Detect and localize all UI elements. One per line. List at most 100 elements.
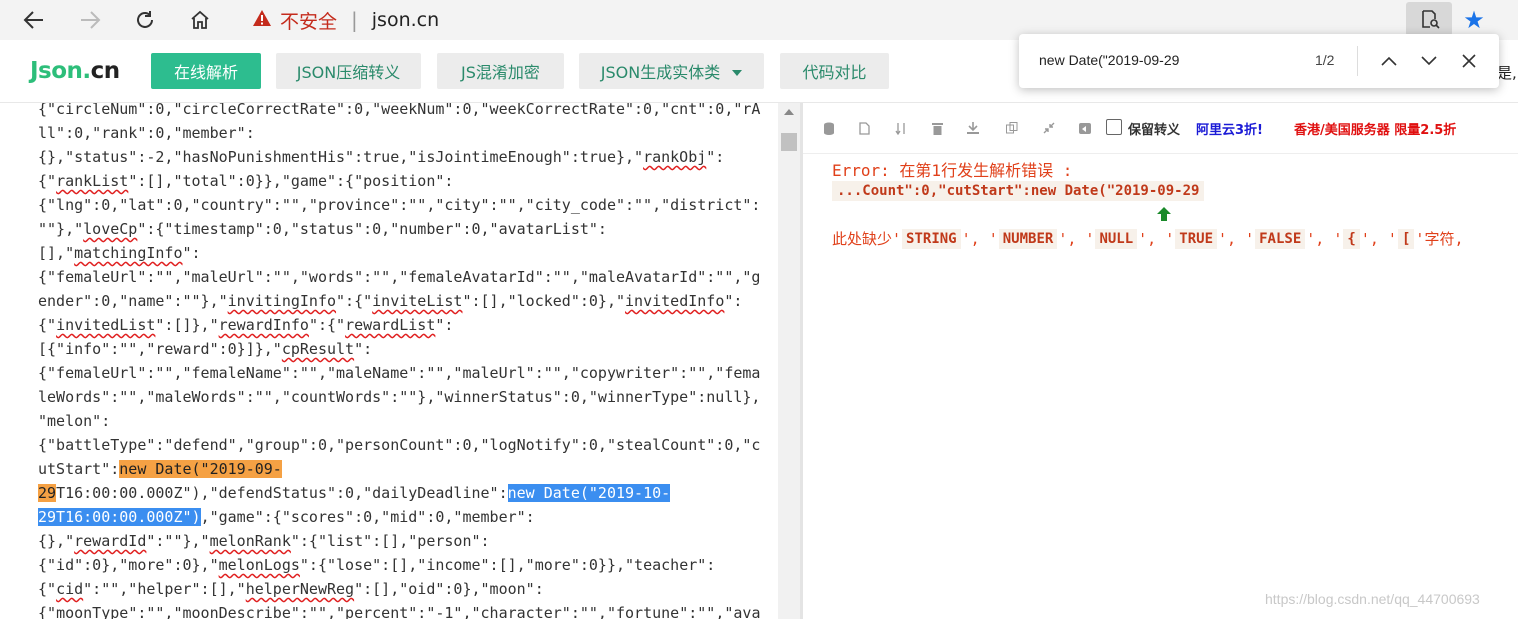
code-line[interactable]: {"circleNum":0,"circleCorrectRate":0,"we… (38, 103, 768, 121)
chevron-down-icon (732, 69, 743, 76)
nav-label: 代码对比 (802, 63, 867, 82)
code-text: ":{"lose":[],"income":[],"more":0}},"tea… (299, 556, 716, 574)
code-text: leWords":"","maleWords":"","countWords":… (38, 388, 761, 406)
expected-token: STRING (902, 228, 961, 249)
spellcheck-word: rewardInfo (218, 316, 309, 334)
code-line[interactable]: "melon": (38, 409, 768, 433)
code-line[interactable]: {"moonType":"","moonDescribe":"","percen… (38, 601, 768, 619)
code-line[interactable]: {"invitedList":[]},"rewardInfo":{"reward… (38, 313, 768, 337)
parse-error-title: Error: 在第1行发生解析错误 : (832, 161, 1073, 180)
find-match-count: 1/2 (1315, 52, 1335, 68)
scroll-up-icon[interactable] (784, 109, 794, 115)
code-text: {"femaleUrl":"","maleUrl":"","words":"",… (38, 268, 761, 286)
code-text: ll":0,"rank":0,"member": (38, 124, 255, 142)
code-text: {" (38, 604, 57, 619)
code-line[interactable]: {"femaleUrl":"","femaleName":"","maleNam… (38, 361, 768, 385)
header-overflow-text: 是, (1497, 64, 1517, 82)
error-position-arrow-icon (1155, 206, 1173, 226)
security-warning[interactable]: 不安全 (252, 7, 337, 34)
server-ad-link[interactable]: 香港/美国服务器 限量2.5折 (1294, 119, 1456, 138)
code-line[interactable]: ender":0,"name":""},"invitingInfo":{"inv… (38, 289, 768, 313)
nav-json-entity[interactable]: JSON生成实体类 (579, 53, 764, 89)
url-text[interactable]: json.cn (372, 9, 439, 31)
expected-token: TRUE (1175, 228, 1217, 249)
code-line[interactable]: utStart":new Date("2019-09- (38, 457, 768, 481)
token-separator: ' (1415, 229, 1425, 248)
code-text: ":""}," (146, 532, 210, 550)
code-line[interactable]: {},"rewardId":""},"melonRank":{"list":[]… (38, 529, 768, 553)
editor-scrollbar[interactable] (778, 103, 800, 619)
find-divider (1357, 46, 1358, 76)
token-separator: ', ' (1360, 229, 1397, 248)
code-text: ,"game":{"scores":0,"mid":0,"member": (200, 508, 535, 526)
code-line[interactable]: ""},"loveCp":{"timestamp":0,"status":0,"… (38, 217, 768, 241)
nav-json-compress[interactable]: JSON压缩转义 (276, 53, 421, 89)
code-line[interactable]: [],"matchingInfo": (38, 241, 768, 265)
code-line[interactable]: {"lng":0,"lat":0,"country":"","province"… (38, 193, 768, 217)
forward-arrow-icon[interactable] (74, 4, 106, 36)
database-icon[interactable] (822, 121, 836, 135)
code-text: {" (38, 172, 57, 190)
delete-icon[interactable] (930, 121, 944, 135)
code-line[interactable]: leWords":"","maleWords":"","countWords":… (38, 385, 768, 409)
json-input-editor[interactable]: {"circleNum":0,"circleCorrectRate":0,"we… (0, 103, 778, 619)
json-code[interactable]: {"circleNum":0,"circleCorrectRate":0,"we… (38, 103, 768, 619)
spellcheck-word: invitingInfo (227, 292, 337, 310)
code-text: ": (724, 292, 743, 310)
code-line[interactable]: {"femaleUrl":"","maleUrl":"","words":"",… (38, 265, 768, 289)
result-toolbar: 保留转义 阿里云3折! 香港/美国服务器 限量2.5折 (803, 103, 1518, 154)
keep-escape-checkbox[interactable] (1106, 119, 1122, 135)
find-match: 29T16:00:00.000Z") (38, 508, 201, 526)
code-text: {" (38, 580, 57, 598)
share-icon[interactable] (1078, 121, 1092, 135)
nav-code-compare[interactable]: 代码对比 (780, 53, 889, 89)
code-text: {"id":0},"more":0}," (38, 556, 219, 574)
code-line[interactable]: {},"status":-2,"hasNoPunishmentHis":true… (38, 145, 768, 169)
find-previous-icon[interactable] (1375, 47, 1403, 75)
compress-icon[interactable] (1042, 121, 1056, 135)
scroll-thumb[interactable] (781, 133, 797, 151)
code-line[interactable]: {"cid":"","helper":[],"helperNewReg":[],… (38, 577, 768, 601)
copy-icon[interactable] (1005, 121, 1019, 135)
sort-icon[interactable] (894, 121, 908, 135)
find-input[interactable]: new Date("2019-09-29 (1039, 52, 1179, 68)
refresh-icon[interactable] (129, 4, 161, 36)
code-line[interactable]: 29T16:00:00.000Z"),"defendStatus":0,"dai… (38, 481, 768, 505)
spellcheck-word: invitedInfo (625, 292, 725, 310)
code-line[interactable]: {"id":0},"more":0},"melonLogs":{"lose":[… (38, 553, 768, 577)
code-line[interactable]: [{"info":"","reward":0}]},"cpResult": (38, 337, 768, 361)
token-separator: ', ' (961, 229, 998, 248)
nav-js-obfuscate[interactable]: JS混淆加密 (437, 53, 564, 89)
code-text: ":[],"locked":0}," (462, 292, 626, 310)
panel-divider[interactable] (800, 103, 803, 619)
back-arrow-icon[interactable] (18, 4, 50, 36)
spellcheck-word: matchingInfo (74, 244, 183, 262)
format-file-icon[interactable] (857, 121, 871, 135)
star-icon[interactable]: ★ (1458, 4, 1490, 36)
code-text: T16:00:00.000Z"),"defendStatus":0,"daily… (56, 484, 508, 502)
spellcheck-word: melonLogs (218, 556, 300, 574)
site-logo[interactable]: Json.cn (30, 58, 120, 84)
spellcheck-word: helperNewReg (245, 580, 355, 598)
home-icon[interactable] (184, 4, 216, 36)
spellcheck-word: cpResult (281, 340, 355, 358)
code-line[interactable]: {"battleType":"defend","group":0,"person… (38, 433, 768, 457)
code-line[interactable]: {"rankList":[],"total":0}},"game":{"posi… (38, 169, 768, 193)
logo-text: Json. (30, 58, 91, 84)
keep-escape-label[interactable]: 保留转义 (1128, 119, 1180, 138)
find-match-current: 29 (38, 484, 57, 502)
spellcheck-word: rewardId (74, 532, 147, 550)
close-icon[interactable] (1455, 47, 1483, 75)
nav-online-parse[interactable]: 在线解析 (151, 53, 261, 89)
reader-view-icon[interactable] (1406, 2, 1452, 36)
code-line[interactable]: 29T16:00:00.000Z"),"game":{"scores":0,"m… (38, 505, 768, 529)
expected-token: { (1343, 228, 1360, 249)
code-line[interactable]: ll":0,"rank":0,"member": (38, 121, 768, 145)
aliyun-ad-link[interactable]: 阿里云3折! (1196, 119, 1263, 138)
code-text: {"femaleUrl":"","femaleName":"","maleNam… (38, 364, 761, 382)
token-separator: ', ' (1058, 229, 1095, 248)
spellcheck-word: invitedList (56, 316, 156, 334)
find-next-icon[interactable] (1415, 47, 1443, 75)
download-icon[interactable] (966, 121, 980, 135)
code-text: ":[],"total":0}},"game":{"position": (128, 172, 454, 190)
